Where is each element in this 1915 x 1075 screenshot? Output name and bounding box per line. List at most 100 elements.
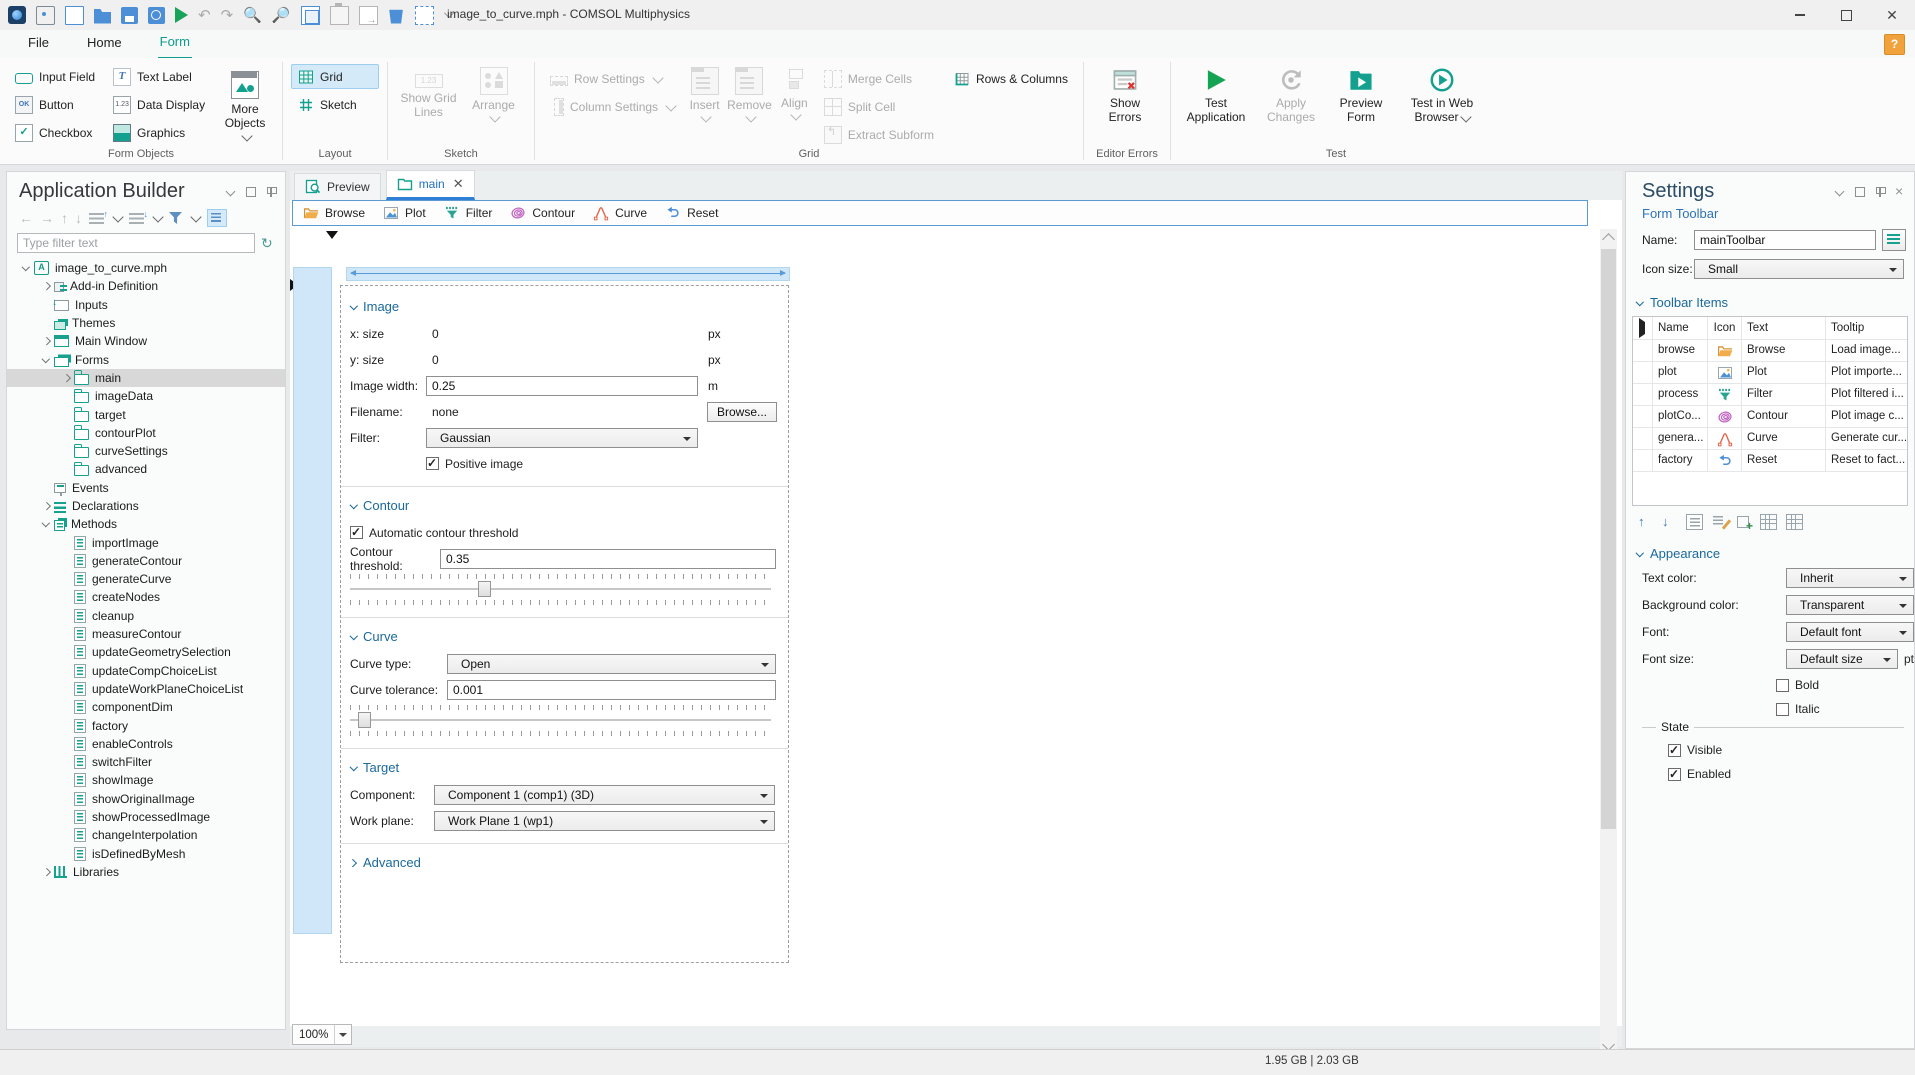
contour-threshold-slider[interactable] (350, 574, 771, 605)
collapse-list-icon[interactable] (129, 209, 148, 224)
form-toolbar-item-filter[interactable]: Filter (444, 205, 492, 221)
icon-size-dropdown[interactable]: Small (1694, 259, 1904, 279)
tree-item-method-updatecompchoicelist[interactable]: updateCompChoiceList (7, 662, 285, 680)
form-canvas[interactable]: Browse Plot Filter Contour Curve Reset I… (290, 200, 1622, 1055)
move-down-icon[interactable]: ↓ (75, 210, 82, 226)
redo-icon[interactable]: ↷ (221, 7, 234, 24)
text-label-button[interactable]: Text Label (106, 64, 212, 89)
chevron-collapsed-icon[interactable] (39, 865, 54, 879)
tab-form[interactable]: Form (157, 29, 192, 59)
form-toolbar-item-curve[interactable]: Curve (593, 205, 647, 221)
panel-pin-icon[interactable] (1874, 186, 1886, 198)
insert-table-icon[interactable] (1760, 514, 1777, 530)
form-toolbar-item-reset[interactable]: Reset (665, 205, 718, 221)
panel-float-icon[interactable] (1854, 186, 1866, 198)
zoom-control[interactable]: 100% (292, 1024, 353, 1045)
tree-item-method-importimage[interactable]: importImage (7, 533, 285, 551)
slider-thumb[interactable] (478, 581, 491, 597)
test-web-browser-button[interactable]: Test in Web Browser (1399, 64, 1485, 125)
align-button[interactable]: Align (778, 64, 811, 147)
font-dropdown[interactable]: Default font (1786, 621, 1914, 642)
item-list-icon[interactable] (1686, 514, 1703, 530)
tree-item-method-changeinterpolation[interactable]: changeInterpolation (7, 826, 285, 844)
italic-checkbox[interactable] (1776, 702, 1789, 716)
section-collapse-icon[interactable] (350, 633, 358, 641)
button-object-button[interactable]: Button (8, 92, 102, 117)
appearance-section-header[interactable]: Appearance (1636, 546, 1914, 561)
split-cell-button[interactable]: Split Cell (817, 94, 941, 119)
tree-item-events[interactable]: Events (7, 479, 285, 497)
tree-item-form-imagedata[interactable]: imageData (7, 387, 285, 405)
delete-table-icon[interactable] (1786, 514, 1803, 530)
search-doc-icon[interactable]: 🔎 (272, 7, 291, 24)
insert-button[interactable]: Insert (688, 64, 721, 147)
graphics-button[interactable]: Graphics (106, 120, 212, 145)
desktop-icon[interactable] (36, 5, 55, 25)
tree-item-method-factory[interactable]: factory (7, 716, 285, 734)
curve-tolerance-input[interactable] (447, 679, 776, 700)
maximize-button[interactable] (1823, 0, 1869, 30)
section-contour[interactable]: Contour (350, 498, 779, 513)
panel-menu-icon[interactable] (1834, 186, 1846, 198)
tree-item-methods[interactable]: Methods (7, 515, 285, 533)
copy-icon[interactable] (300, 5, 320, 25)
column-header-name[interactable]: Name (1653, 317, 1708, 339)
more-objects-button[interactable]: More Objects (216, 68, 274, 145)
chevron-collapsed-icon[interactable] (39, 279, 54, 293)
table-row-generatecurve[interactable]: genera... Curve Generate cur... (1633, 428, 1907, 450)
run-icon[interactable] (175, 7, 188, 23)
tree-item-declarations[interactable]: Declarations (7, 497, 285, 515)
delete-icon[interactable] (389, 9, 403, 24)
grid-mode-button[interactable]: Grid (291, 64, 379, 89)
tree-item-method-cleanup[interactable]: cleanup (7, 607, 285, 625)
text-color-dropdown[interactable]: Inherit (1786, 567, 1914, 588)
chevron-expanded-icon[interactable] (39, 517, 54, 531)
tree-item-method-generatecurve[interactable]: generateCurve (7, 570, 285, 588)
tree-item-method-switchfilter[interactable]: switchFilter (7, 753, 285, 771)
font-size-dropdown[interactable]: Default size (1786, 648, 1898, 669)
panel-menu-icon[interactable] (225, 186, 237, 198)
bold-checkbox[interactable] (1776, 678, 1789, 692)
chevron-expanded-icon[interactable] (39, 353, 54, 367)
tree-item-addin-definition[interactable]: Add-in Definition (7, 277, 285, 295)
column-settings-button[interactable]: Column Settings (543, 94, 682, 119)
section-collapse-icon[interactable] (1636, 550, 1644, 558)
table-row-plot[interactable]: plot Plot Plot importe... (1633, 362, 1907, 384)
enabled-checkbox[interactable] (1668, 767, 1681, 781)
column-header-tooltip[interactable]: Tooltip (1826, 317, 1907, 339)
apply-changes-button[interactable]: Apply Changes (1259, 64, 1323, 125)
expand-list-chevron-icon[interactable] (112, 211, 124, 223)
positive-image-checkbox[interactable] (426, 456, 439, 470)
form-toolbar-item-browse[interactable]: Browse (303, 205, 365, 221)
tree-item-form-curvesettings[interactable]: curveSettings (7, 442, 285, 460)
tree-item-main-window[interactable]: Main Window (7, 332, 285, 350)
checkbox-object-button[interactable]: Checkbox (8, 120, 102, 145)
column-header-icon[interactable]: Icon (1708, 317, 1742, 339)
section-expand-icon[interactable] (350, 859, 358, 867)
tree-item-method-showprocessedimage[interactable]: showProcessedImage (7, 808, 285, 826)
curve-type-dropdown[interactable]: Open (447, 653, 776, 674)
preview-form-button[interactable]: Preview Form (1329, 64, 1393, 125)
extract-subform-button[interactable]: Extract Subform (817, 122, 941, 147)
show-errors-button[interactable]: Show Errors (1092, 64, 1158, 125)
section-target[interactable]: Target (350, 760, 779, 775)
chevron-collapsed-icon[interactable] (59, 371, 74, 385)
show-grid-lines-button[interactable]: Show Grid Lines (396, 64, 461, 121)
panel-pin-icon[interactable] (265, 186, 277, 198)
tree-item-method-updateworkplanechoicelist[interactable]: updateWorkPlaneChoiceList (7, 680, 285, 698)
tab-file[interactable]: File (26, 30, 51, 58)
contour-threshold-input[interactable] (440, 548, 776, 569)
chevron-collapsed-icon[interactable] (39, 334, 54, 348)
tree-item-form-target[interactable]: target (7, 405, 285, 423)
section-collapse-icon[interactable] (350, 303, 358, 311)
data-display-button[interactable]: Data Display (106, 92, 212, 117)
tab-main[interactable]: main ✕ (385, 170, 475, 200)
duplicate-icon[interactable] (358, 5, 378, 26)
input-field-button[interactable]: Input Field (8, 64, 102, 89)
slider-thumb[interactable] (358, 712, 371, 728)
section-advanced[interactable]: Advanced (350, 855, 779, 870)
table-row-process[interactable]: process Filter Plot filtered i... (1633, 384, 1907, 406)
scrollbar-thumb[interactable] (1601, 249, 1616, 829)
tree-item-method-measurecontour[interactable]: measureContour (7, 625, 285, 643)
paste-icon[interactable] (329, 2, 349, 25)
